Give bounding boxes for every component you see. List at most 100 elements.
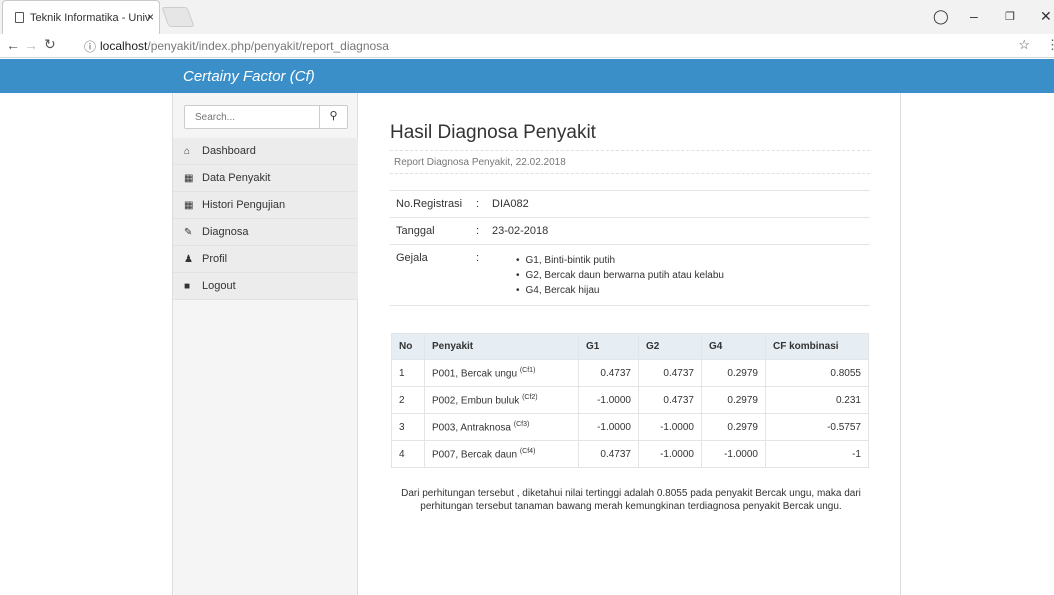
cell-g1: 0.4737 <box>578 359 639 387</box>
cell-g2: 0.4737 <box>638 386 702 414</box>
table-row: 4 P007, Bercak daun (Cf4) 0.4737 -1.0000… <box>391 440 869 468</box>
cell-cf: -1 <box>765 440 869 468</box>
cell-g1: -1.0000 <box>578 386 639 414</box>
symptom-item: G4, Bercak hijau <box>516 283 724 298</box>
symptom-item: G2, Bercak daun berwarna putih atau kela… <box>516 268 724 283</box>
cell-cf: 0.8055 <box>765 359 869 387</box>
minimize-icon[interactable]: – <box>970 8 978 24</box>
browser-tab-bar: Teknik Informatika - Univ × ◯ – ❐ ✕ <box>0 0 1054 34</box>
cell-cf: 0.231 <box>765 386 869 414</box>
account-icon[interactable]: ◯ <box>933 8 949 25</box>
cell-penyakit: P007, Bercak daun (Cf4) <box>424 440 579 468</box>
info-separator: : <box>476 252 480 264</box>
conclusion-text: Dari perhitungan tersebut , diketahui ni… <box>401 488 861 512</box>
table-row: 3 P003, Antraknosa (Cf3) -1.0000 -1.0000… <box>391 413 869 441</box>
disease-name: P001, Bercak ungu <box>432 368 518 380</box>
pencil-icon: ✎ <box>184 227 193 238</box>
cf-superscript: (Cf2) <box>522 393 538 401</box>
cell-penyakit: P003, Antraknosa (Cf3) <box>424 413 579 441</box>
info-row-tanggal: Tanggal:23-02-2018 <box>390 217 870 244</box>
reload-icon[interactable]: ↻ <box>44 36 56 53</box>
restore-icon[interactable]: ❐ <box>1005 10 1015 23</box>
url-host: localhost <box>100 39 148 53</box>
cell-no: 3 <box>391 413 425 441</box>
bookmark-star-icon[interactable]: ☆ <box>1018 37 1030 53</box>
top-navbar: Certainy Factor (Cf) <box>0 59 1054 93</box>
user-icon: ♟ <box>184 254 193 265</box>
tab-close-icon[interactable]: × <box>147 10 154 24</box>
cell-penyakit: P001, Bercak ungu (Cf1) <box>424 359 579 387</box>
cell-no: 1 <box>391 359 425 387</box>
forward-icon[interactable]: → <box>24 37 38 53</box>
info-label: No.Registrasi <box>396 198 463 210</box>
new-tab-button[interactable] <box>161 7 195 27</box>
document-icon <box>15 12 24 23</box>
cell-g4: 0.2979 <box>701 386 766 414</box>
symptom-list: G1, Binti-bintik putih G2, Bercak daun b… <box>516 253 724 298</box>
sidebar-item-label: Profil <box>202 253 228 265</box>
disease-name: P007, Bercak daun <box>432 449 518 461</box>
cf-superscript: (Cf4) <box>519 447 536 455</box>
search-input[interactable] <box>185 106 320 128</box>
tab-title: Teknik Informatika - Univ <box>30 12 151 24</box>
column-header: G2 <box>638 333 702 360</box>
sidebar-item-diagnosa[interactable]: ✎ Diagnosa <box>173 219 358 246</box>
disease-name: P003, Antraknosa <box>432 422 511 434</box>
info-icon[interactable]: ⓘ <box>84 38 96 55</box>
sidebar-item-profil[interactable]: ♟ Profil <box>173 246 358 273</box>
cell-g2: 0.4737 <box>638 359 702 387</box>
sidebar-item-data-penyakit[interactable]: ▦ Data Penyakit <box>173 165 358 192</box>
report-subtitle: Report Diagnosa Penyakit, 22.02.2018 <box>390 150 870 174</box>
close-window-icon[interactable]: ✕ <box>1040 8 1052 25</box>
diagnosis-table: No Penyakit G1 G2 G4 CF kombinasi 1 P001… <box>391 333 869 468</box>
sidebar-item-histori-pengujian[interactable]: ▦ Histori Pengujian <box>173 192 358 219</box>
cell-g1: -1.0000 <box>578 413 639 441</box>
page-title: Hasil Diagnosa Penyakit <box>390 122 596 143</box>
registration-number: DIA082 <box>492 198 529 210</box>
search-icon[interactable]: ⚲ <box>319 106 347 128</box>
menu-dots-icon[interactable]: ⋮ <box>1046 37 1054 53</box>
info-label: Gejala <box>396 252 428 264</box>
info-row-registrasi: No.Registrasi: DIA082 <box>390 190 870 217</box>
cell-g4: 0.2979 <box>701 359 766 387</box>
sidebar-item-dashboard[interactable]: ⌂ Dashboard <box>173 138 358 165</box>
info-separator: : <box>476 198 480 210</box>
back-icon[interactable]: ← <box>6 37 20 53</box>
cell-g2: -1.0000 <box>638 413 702 441</box>
sidebar-item-label: Dashboard <box>202 145 256 157</box>
info-row-gejala: Gejala: G1, Binti-bintik putih G2, Berca… <box>390 244 870 306</box>
info-label: Tanggal <box>396 225 435 237</box>
cell-g4: 0.2979 <box>701 413 766 441</box>
column-header: G1 <box>578 333 639 360</box>
grid-icon: ▦ <box>184 200 194 211</box>
url-field[interactable]: ⓘ localhost/penyakit/index.php/penyakit/… <box>76 36 1036 55</box>
cf-superscript: (Cf3) <box>513 420 530 428</box>
main-content: Hasil Diagnosa Penyakit Report Diagnosa … <box>359 93 900 595</box>
table-row: 2 P002, Embun buluk (Cf2) -1.0000 0.4737… <box>391 386 869 414</box>
disease-name: P002, Embun buluk <box>432 395 520 407</box>
url-path: /penyakit/index.php/penyakit/report_diag… <box>147 39 389 53</box>
sidebar-menu: ⌂ Dashboard ▦ Data Penyakit ▦ Histori Pengu… <box>173 138 358 300</box>
sidebar-item-logout[interactable]: ■ Logout <box>173 273 358 300</box>
date-value: 23-02-2018 <box>492 225 549 237</box>
symptom-item: G1, Binti-bintik putih <box>516 253 724 268</box>
info-separator: : <box>476 225 480 237</box>
lock-icon: ■ <box>184 281 191 292</box>
cell-no: 2 <box>391 386 425 414</box>
cf-superscript: (Cf1) <box>519 366 536 374</box>
address-bar: ← → ↻ ⓘ localhost/penyakit/index.php/pen… <box>0 34 1054 58</box>
brand-title[interactable]: Certainy Factor (Cf) <box>183 68 315 85</box>
sidebar-item-label: Histori Pengujian <box>202 199 286 211</box>
table-header-row: No Penyakit G1 G2 G4 CF kombinasi <box>391 333 869 360</box>
column-header: G4 <box>701 333 766 360</box>
cell-penyakit: P002, Embun buluk (Cf2) <box>424 386 579 414</box>
cell-g4: -1.0000 <box>701 440 766 468</box>
search-box: ⚲ <box>184 105 348 129</box>
column-header: CF kombinasi <box>765 333 869 360</box>
browser-tab[interactable]: Teknik Informatika - Univ × <box>2 0 160 34</box>
cell-g1: 0.4737 <box>578 440 639 468</box>
cell-no: 4 <box>391 440 425 468</box>
cell-g2: -1.0000 <box>638 440 702 468</box>
sidebar: ⚲ ⌂ Dashboard ▦ Data Penyakit ▦ Histori Pen… <box>172 93 358 595</box>
content-divider <box>900 93 901 595</box>
